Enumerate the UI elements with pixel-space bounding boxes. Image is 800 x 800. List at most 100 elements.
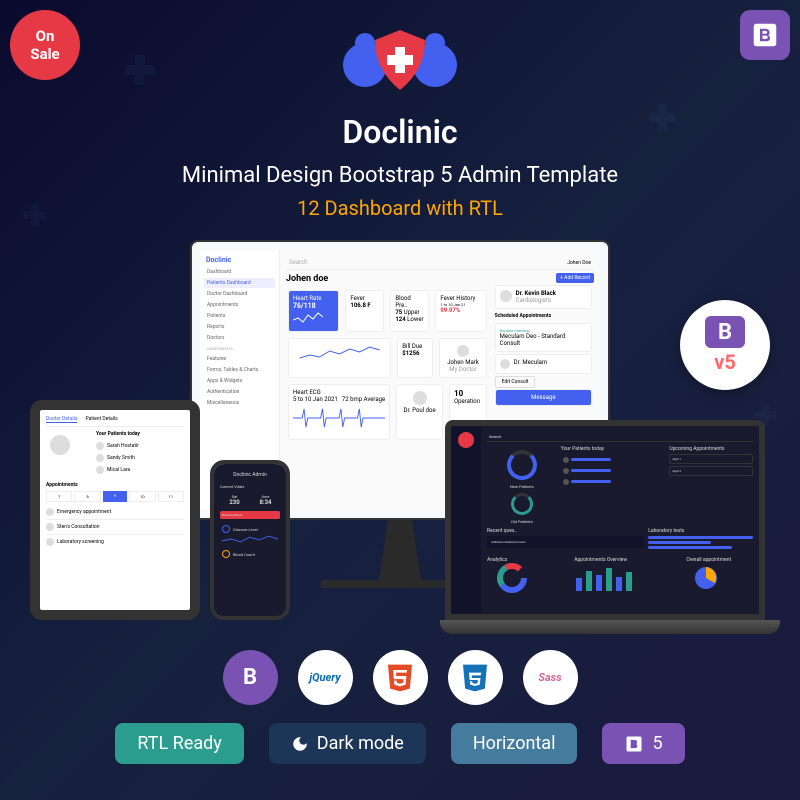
bootstrap-version-badge: B v5 bbox=[680, 300, 770, 390]
op-label: Operation bbox=[454, 398, 482, 405]
stat-val-1: 230 bbox=[221, 499, 248, 506]
avatar bbox=[413, 391, 427, 405]
stat-val-2: 8:34 bbox=[252, 499, 279, 506]
heart-rate-value: 76/118 bbox=[293, 302, 334, 310]
bootstrap-icon: B bbox=[705, 316, 745, 348]
tech-icons-row: B jQuery Sass bbox=[0, 650, 800, 705]
bootstrap-version: v5 bbox=[714, 350, 736, 374]
appt-1[interactable]: Emergency appointment bbox=[57, 509, 111, 515]
sale-badge: On Sale bbox=[10, 10, 80, 80]
user-name[interactable]: Johen Doe bbox=[567, 260, 591, 266]
laptop-device: Search New Patients Old Patients Your Pa… bbox=[440, 420, 770, 634]
tab-doctor[interactable]: Doctor Details bbox=[46, 416, 77, 423]
avatar bbox=[46, 538, 54, 546]
add-record-button[interactable]: + Add Record bbox=[556, 273, 594, 283]
sidebar-patients[interactable]: Patients bbox=[204, 311, 275, 321]
bp-upper-lbl: Upper bbox=[404, 309, 420, 316]
avatar bbox=[50, 435, 70, 455]
vitals-label: Current Vitals bbox=[218, 482, 282, 491]
devices-showcase: B v5 Doclinic Dashboard Patients Dashboa… bbox=[0, 240, 800, 640]
sidebar-auth[interactable]: Authentication bbox=[204, 387, 275, 397]
appointments-title: Appointments bbox=[46, 482, 184, 488]
sidebar-appointments[interactable]: Appointments bbox=[204, 300, 275, 310]
sidebar-dashboard[interactable]: Dashboard bbox=[204, 267, 275, 277]
laptop-search[interactable]: Search bbox=[489, 434, 501, 439]
blood-count-label: Blood Count bbox=[233, 552, 255, 557]
appts-label: Scheduled Appointments bbox=[495, 313, 592, 319]
sidebar-apps[interactable]: Apps & Widgets bbox=[204, 376, 275, 386]
avatar bbox=[46, 523, 54, 531]
brand-logo: Doclinic bbox=[204, 254, 275, 266]
avatar bbox=[500, 290, 512, 302]
header: Doclinic Minimal Design Bootstrap 5 Admi… bbox=[0, 0, 800, 220]
appt-3[interactable]: Laboratory screening bbox=[57, 539, 104, 545]
avatar bbox=[96, 442, 104, 450]
edit-consult-button[interactable]: Edit Consult bbox=[495, 376, 536, 388]
ecg-avg: 72 bmp Average bbox=[342, 396, 385, 403]
op-count: 10 bbox=[454, 389, 482, 398]
patient-name: Johen doe bbox=[286, 274, 489, 284]
sidebar-reports[interactable]: Reports bbox=[204, 322, 275, 332]
dr-poul: Dr. Poul doe bbox=[401, 407, 438, 414]
patient-3[interactable]: Mical Lara bbox=[107, 467, 130, 473]
iphone-title: Doclinic Admin bbox=[218, 468, 282, 482]
bp-lower: 124 bbox=[395, 316, 405, 323]
jquery-tech-icon: jQuery bbox=[298, 650, 353, 705]
blood-label: Blood Pre.. bbox=[395, 295, 424, 309]
tab-patient[interactable]: Patient Details bbox=[85, 416, 117, 423]
circle-chart-2 bbox=[511, 493, 533, 515]
new-patients: New Patients bbox=[487, 484, 557, 489]
lab: Laboratory tests bbox=[648, 528, 753, 534]
old-patients: Old Patients bbox=[487, 519, 557, 524]
bootstrap-tech-icon: B bbox=[223, 650, 278, 705]
glucose-label: Glucose Level bbox=[233, 527, 258, 532]
ecg-date: 5 to 10 Jan 2021 bbox=[293, 396, 338, 403]
rtl-badge: RTL Ready bbox=[115, 723, 243, 764]
patients-today-title: Your Patients today bbox=[96, 431, 184, 437]
horizontal-label: Horizontal bbox=[473, 733, 556, 754]
bp-lower-lbl: Lower bbox=[407, 316, 423, 323]
bootstrap5-badge: 5 bbox=[602, 723, 684, 764]
sidebar-doctors[interactable]: Doctors bbox=[204, 333, 275, 343]
circle-chart bbox=[507, 450, 537, 480]
patients-today: Your Patients today bbox=[561, 446, 666, 452]
bootstrap-icon bbox=[624, 734, 644, 754]
doctor-role: My Doctor bbox=[444, 366, 481, 373]
sidebar-section: COMPONENTS bbox=[204, 344, 275, 353]
patient-1[interactable]: Sarah Hostatir bbox=[107, 443, 139, 449]
heart-rate-label: Heart Rate bbox=[293, 295, 334, 302]
rtl-label: RTL Ready bbox=[137, 733, 221, 754]
avatar bbox=[46, 508, 54, 516]
dark-mode-label: Dark mode bbox=[317, 733, 404, 754]
sale-line1: On bbox=[36, 27, 55, 45]
dr-meculam: Dr. Meculam bbox=[514, 359, 548, 369]
fever-hist-label: Fever History bbox=[440, 295, 481, 302]
subtitle: Minimal Design Bootstrap 5 Admin Templat… bbox=[0, 163, 800, 188]
patient-2[interactable]: Sandy Smith bbox=[107, 455, 135, 461]
bill-label: Bill Due bbox=[402, 343, 428, 350]
sidebar-doctor-dash[interactable]: Doctor Dashboard bbox=[204, 289, 275, 299]
consult: Meculam Deo - Standard Consult bbox=[500, 333, 587, 347]
sidebar-features[interactable]: Features bbox=[204, 354, 275, 364]
html5-tech-icon bbox=[373, 650, 428, 705]
appt-2[interactable]: Sten's Consultation bbox=[57, 524, 100, 530]
avatar bbox=[96, 466, 104, 474]
bottom-badges-row: RTL Ready Dark mode Horizontal 5 bbox=[0, 723, 800, 764]
logo bbox=[330, 15, 470, 105]
avatar bbox=[457, 345, 469, 357]
bootstrap-corner-icon bbox=[740, 10, 790, 60]
logo-icon bbox=[458, 432, 474, 448]
sale-line2: Sale bbox=[30, 45, 59, 63]
message-button[interactable]: Message bbox=[495, 389, 592, 406]
dr-kevin-role: Cardiologists bbox=[516, 297, 556, 304]
search-label[interactable]: Search bbox=[289, 259, 307, 266]
fever-label: Fever bbox=[350, 295, 379, 302]
sidebar-patients-dash[interactable]: Patients Dashboard bbox=[204, 278, 275, 288]
recent: Recent ques.. bbox=[487, 528, 644, 534]
dark-mode-badge: Dark mode bbox=[269, 723, 426, 764]
sidebar-misc[interactable]: Miscellaneous bbox=[204, 398, 275, 408]
upcoming: Upcoming Appointments bbox=[669, 446, 753, 452]
sidebar-forms[interactable]: Forms, Tables & Charts bbox=[204, 365, 275, 375]
doctor-johen: Johen Mark bbox=[444, 359, 481, 366]
moon-icon bbox=[291, 735, 309, 753]
